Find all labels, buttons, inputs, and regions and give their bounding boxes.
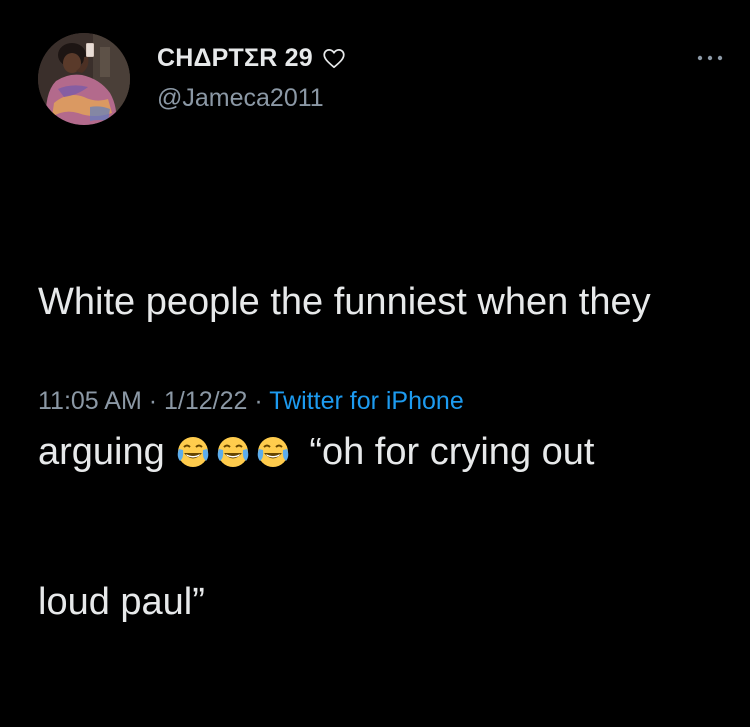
heart-outline-icon bbox=[323, 49, 345, 69]
meta-separator: · bbox=[141, 387, 164, 415]
user-handle[interactable]: @Jameca2011 bbox=[157, 82, 324, 114]
tweet-text: White people the funniest when they argu… bbox=[38, 177, 728, 727]
profile-photo bbox=[38, 33, 130, 125]
tweet-text-line-2-start: arguing bbox=[38, 431, 165, 473]
tweet-text-line-2-quote: “oh for crying out bbox=[309, 431, 595, 473]
tweet-text-line-3: loud paul” bbox=[38, 581, 205, 623]
tweet-source-link[interactable]: Twitter for iPhone bbox=[269, 387, 464, 415]
author-name-row[interactable]: CHΔPTΣR 29 bbox=[157, 42, 347, 74]
face-with-tears-of-joy-icon bbox=[178, 437, 209, 467]
tweet-text-line-2: arguing “oh for crying out bbox=[38, 427, 728, 477]
tweet-text-line-1: White people the funniest when they bbox=[38, 281, 651, 323]
emoji-group bbox=[175, 431, 295, 473]
tweet-card: CHΔPTΣR 29 @Jameca2011 White people the … bbox=[0, 0, 750, 623]
face-with-tears-of-joy-icon bbox=[218, 437, 249, 467]
tweet-meta: 11:05 AM · 1/12/22 · Twitter for iPhone bbox=[38, 384, 464, 418]
tweet-date[interactable]: 1/12/22 bbox=[164, 387, 247, 415]
display-name[interactable]: CHΔPTΣR 29 bbox=[157, 42, 313, 74]
more-options-icon[interactable] bbox=[690, 48, 730, 68]
meta-separator: · bbox=[247, 387, 270, 415]
face-with-tears-of-joy-icon bbox=[258, 437, 289, 467]
tweet-time[interactable]: 11:05 AM bbox=[38, 387, 142, 415]
avatar[interactable] bbox=[38, 33, 130, 125]
